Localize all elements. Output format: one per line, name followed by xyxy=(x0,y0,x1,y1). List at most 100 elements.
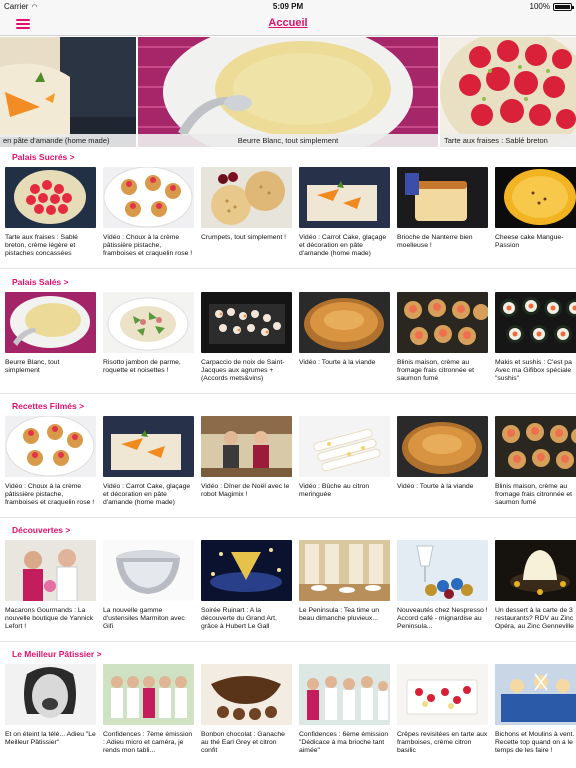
item-caption: Makis et sushis : C'est pa Avec ma Gifib… xyxy=(495,359,572,383)
item-caption: Et on éteint la télé... Adieu "Le Meille… xyxy=(5,731,96,747)
list-item[interactable]: Beurre Blanc, tout simplement xyxy=(5,292,96,393)
thumbnail-image xyxy=(397,540,488,601)
item-caption: Crumpets, tout simplement ! xyxy=(201,234,286,241)
section-divider xyxy=(0,268,576,269)
list-item[interactable]: Vidéo : Choux à la crème pâtissière pist… xyxy=(5,416,96,517)
list-item[interactable]: Vidéo : Tourte à la viande xyxy=(299,292,390,393)
thumbnail-image xyxy=(103,292,194,353)
thumbnail-image xyxy=(299,540,390,601)
item-caption: Soirée Ruinart : A la découverte du Gran… xyxy=(201,607,277,631)
navigation-bar: Accueil xyxy=(0,13,576,36)
section-title-le-meilleur-patissier[interactable]: Le Meilleur Pâtissier > xyxy=(12,649,102,659)
list-item[interactable]: Makis et sushis : C'est pa Avec ma Gifib… xyxy=(495,292,576,393)
item-caption: Risotto jambon de parme, roquette et noi… xyxy=(103,359,181,375)
thumbnail-image xyxy=(495,664,576,725)
item-caption: Beurre Blanc, tout simplement xyxy=(5,359,60,375)
section-title-recettes-filmes[interactable]: Recettes Filmés > xyxy=(12,401,84,411)
hero-slide[interactable]: en pâte d'amande (home made) xyxy=(0,37,136,147)
item-caption: Tarte aux fraises : Sablé breton, crème … xyxy=(5,234,78,258)
thumbnail-image xyxy=(5,664,96,725)
item-caption: Vidéo : Bûche au citron meringuée xyxy=(299,483,370,499)
hero-caption: Beurre Blanc, tout simplement xyxy=(138,134,438,147)
thumbnail-image xyxy=(495,167,576,228)
hero-slide[interactable]: Tarte aux fraises : Sablé breton xyxy=(440,37,576,147)
list-item[interactable]: Crêpes revisitées en tarte aux framboise… xyxy=(397,664,488,765)
list-item[interactable]: Nouveautés chez Nespresso ! Accord café … xyxy=(397,540,488,641)
item-caption: Confidences : 7ème émission : Adieu micr… xyxy=(103,731,193,755)
list-item[interactable]: Et on éteint la télé... Adieu "Le Meille… xyxy=(5,664,96,765)
thumbnail-image xyxy=(397,664,488,725)
item-caption: Vidéo : Carrot Cake, glaçage et décorati… xyxy=(299,234,387,258)
list-item[interactable]: Brioche de Nanterre bien moelleuse ! xyxy=(397,167,488,268)
list-item[interactable]: Blinis maison, crème au fromage frais ci… xyxy=(397,292,488,393)
list-item[interactable]: Le Peninsula : Tea time un beau dimanche… xyxy=(299,540,390,641)
section-title-palais-sales[interactable]: Palais Salés > xyxy=(12,277,68,287)
item-caption: Bichons et Moulins à vent. Recette top q… xyxy=(495,731,575,755)
thumbnail-image xyxy=(201,292,292,353)
thumbnail-image xyxy=(201,416,292,477)
hero-image-beurre-blanc xyxy=(138,37,438,147)
list-item[interactable]: Tarte aux fraises : Sablé breton, crème … xyxy=(5,167,96,268)
list-item[interactable]: La nouvelle gamme d'ustensiles Marmiton … xyxy=(103,540,194,641)
hero-image-carrot-cake xyxy=(0,37,136,147)
thumbnail-image xyxy=(299,416,390,477)
section-divider xyxy=(0,517,576,518)
section-divider xyxy=(0,641,576,642)
item-caption: Bonbon chocolat : Ganache au thé Earl Gr… xyxy=(201,731,285,755)
list-item[interactable]: Blinis maison, crème au fromage frais ci… xyxy=(495,416,576,517)
item-caption: Carpaccio de noix de Saint-Jacques aux a… xyxy=(201,359,285,383)
list-item[interactable]: Macarons Gourmands : La nouvelle boutiqu… xyxy=(5,540,96,641)
item-caption: Un dessert à la carte de 3 restaurants? … xyxy=(495,607,574,631)
hero-slide[interactable]: Beurre Blanc, tout simplement xyxy=(138,37,438,147)
item-caption: Vidéo : Choux à la crème pâtissière pist… xyxy=(5,483,95,507)
list-item[interactable]: Confidences : 7ème émission : Adieu micr… xyxy=(103,664,194,765)
item-caption: Confidences : 6ème émission "Dédicace à … xyxy=(299,731,389,755)
list-item[interactable]: Vidéo : Carrot Cake, glaçage et décorati… xyxy=(103,416,194,517)
thumbnail-image xyxy=(5,540,96,601)
battery-icon xyxy=(553,2,574,11)
item-caption: Vidéo : Choux à la crème pâtissière pist… xyxy=(103,234,193,258)
list-item[interactable]: Risotto jambon de parme, roquette et noi… xyxy=(103,292,194,393)
thumbnail-image xyxy=(103,664,194,725)
item-caption: Vidéo : Tourte à la viande xyxy=(299,359,376,366)
list-item[interactable]: Cheese cake Mangue-Passion xyxy=(495,167,576,268)
thumbnail-image xyxy=(495,540,576,601)
list-item[interactable]: Carpaccio de noix de Saint-Jacques aux a… xyxy=(201,292,292,393)
list-item[interactable]: Vidéo : Carrot Cake, glaçage et décorati… xyxy=(299,167,390,268)
thumbnail-image xyxy=(299,664,390,725)
list-item[interactable]: Crumpets, tout simplement ! xyxy=(201,167,292,268)
page-title[interactable]: Accueil xyxy=(0,17,576,29)
status-bar: Carrier ◠ 5:09 PM 100% xyxy=(0,0,576,13)
section-title-palais-sucres[interactable]: Palais Sucrés > xyxy=(12,152,75,162)
thumbnail-image xyxy=(397,292,488,353)
thumbnail-image xyxy=(495,292,576,353)
hero-image-strawberry-tart xyxy=(440,37,576,147)
thumbnail-image xyxy=(397,167,488,228)
item-caption: Macarons Gourmands : La nouvelle boutiqu… xyxy=(5,607,94,631)
battery-percent: 100% xyxy=(529,2,550,11)
item-caption: Blinis maison, crème au fromage frais ci… xyxy=(495,483,573,507)
thumbnail-image xyxy=(103,167,194,228)
thumbnail-image xyxy=(5,416,96,477)
list-item[interactable]: Un dessert à la carte de 3 restaurants? … xyxy=(495,540,576,641)
list-item[interactable]: Bichons et Moulins à vent. Recette top q… xyxy=(495,664,576,765)
hero-carousel[interactable]: en pâte d'amande (home made) Beurre Blan… xyxy=(0,37,576,147)
list-item[interactable]: Confidences : 6ème émission "Dédicace à … xyxy=(299,664,390,765)
section-title-decouvertes[interactable]: Découvertes > xyxy=(12,525,70,535)
thumbnail-image xyxy=(103,540,194,601)
thumbnail-image xyxy=(201,540,292,601)
list-item[interactable]: Bonbon chocolat : Ganache au thé Earl Gr… xyxy=(201,664,292,765)
list-item[interactable]: Vidéo : Bûche au citron meringuée xyxy=(299,416,390,517)
item-caption: Vidéo : Carrot Cake, glaçage et décorati… xyxy=(103,483,191,507)
item-caption: Cheese cake Mangue-Passion xyxy=(495,234,564,250)
thumbnail-image xyxy=(201,664,292,725)
item-caption: La nouvelle gamme d'ustensiles Marmiton … xyxy=(103,607,185,631)
list-item[interactable]: Vidéo : Choux à la crème pâtissière pist… xyxy=(103,167,194,268)
thumbnail-image xyxy=(103,416,194,477)
list-item[interactable]: Vidéo : Tourte à la viande xyxy=(397,416,488,517)
hero-caption: Tarte aux fraises : Sablé breton xyxy=(440,134,576,147)
item-caption: Blinis maison, crème au fromage frais ci… xyxy=(397,359,475,383)
list-item[interactable]: Vidéo : Dîner de Noël avec le robot Magi… xyxy=(201,416,292,517)
list-item[interactable]: Soirée Ruinart : A la découverte du Gran… xyxy=(201,540,292,641)
thumbnail-image xyxy=(201,167,292,228)
